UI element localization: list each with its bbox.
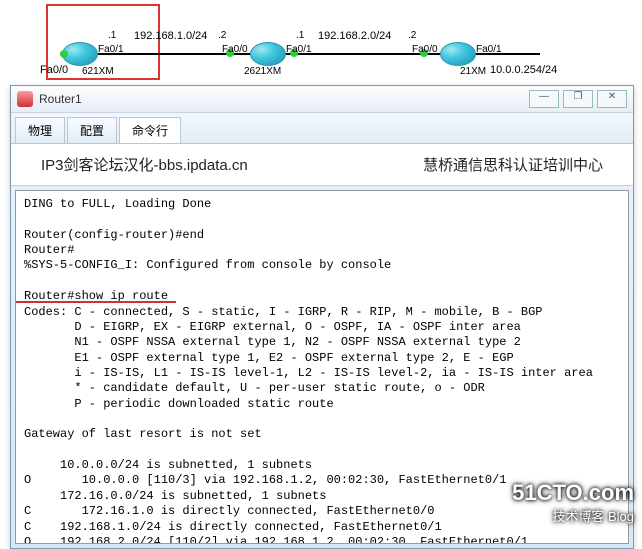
banner: IP3剑客论坛汉化-bbs.ipdata.cn 慧桥通信思科认证培训中心 [11, 144, 633, 186]
app-icon [17, 91, 33, 107]
r2-ip-left: .2 [218, 30, 226, 41]
watermark: 51CTO.com 技术博客 Blog [512, 480, 634, 525]
titlebar[interactable]: Router1 — ❐ ✕ [11, 86, 633, 113]
r2-int-left: Fa0/0 [222, 44, 248, 55]
r3-int-right: Fa0/1 [476, 44, 502, 55]
r3-model: 21XM [460, 66, 486, 77]
r2-int-right: Fa0/1 [286, 44, 312, 55]
r2-ip-right: .1 [296, 30, 304, 41]
banner-left: IP3剑客论坛汉化-bbs.ipdata.cn [41, 154, 423, 175]
tab-physical[interactable]: 物理 [15, 117, 65, 143]
subnet-label-2: 192.168.2.0/24 [318, 30, 391, 42]
r1-model: 621XM [82, 66, 114, 77]
cmd-underline [16, 301, 176, 303]
r2-model: 2621XM [244, 66, 281, 77]
tab-bar: 物理 配置 命令行 [11, 113, 633, 144]
maximize-button[interactable]: ❐ [563, 90, 593, 108]
window-title: Router1 [39, 92, 525, 106]
subnet-label-3: 10.0.0.254/24 [490, 64, 557, 76]
watermark-small: 技术博客 Blog [512, 506, 634, 525]
watermark-big: 51CTO.com [512, 480, 634, 506]
tab-config[interactable]: 配置 [67, 117, 117, 143]
close-button[interactable]: ✕ [597, 90, 627, 108]
topology-canvas: 192.168.1.0/24 192.168.2.0/24 10.0.0.254… [0, 0, 642, 85]
banner-right: 慧桥通信思科认证培训中心 [423, 154, 603, 175]
minimize-button[interactable]: — [529, 90, 559, 108]
r1-int-left: Fa0/0 [40, 64, 68, 76]
subnet-label-1: 192.168.1.0/24 [134, 30, 207, 42]
router-icon-3[interactable] [440, 42, 476, 66]
tab-cli[interactable]: 命令行 [119, 117, 181, 143]
router-icon-2[interactable] [250, 42, 286, 66]
r1-ip: .1 [108, 30, 116, 41]
r3-int-left: Fa0/0 [412, 44, 438, 55]
link-dot [60, 50, 68, 58]
r1-int-right: Fa0/1 [98, 44, 124, 55]
r3-ip-left: .2 [408, 30, 416, 41]
